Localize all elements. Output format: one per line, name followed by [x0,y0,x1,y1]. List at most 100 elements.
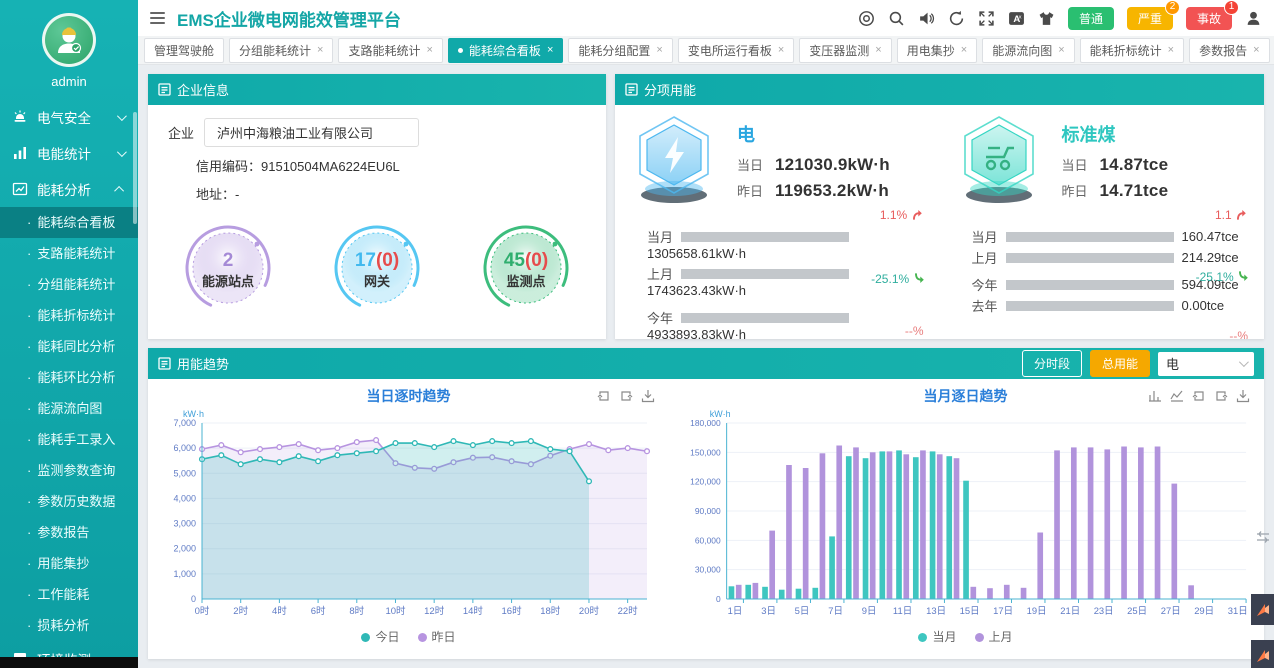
close-icon[interactable]: × [656,44,662,56]
sidebar-item-监测参数查询[interactable]: ·监测参数查询 [0,455,138,486]
svg-text:6时: 6时 [311,605,326,617]
data-view-icon[interactable] [619,389,633,403]
menu-toggle-icon[interactable] [150,12,165,24]
floating-button-bottom[interactable] [1251,640,1274,668]
company-input[interactable]: 泸州中海粮油工业有限公司 [204,118,419,147]
energy-type-name: 电 [737,121,890,147]
alarm-badge-severe[interactable]: 严重2 [1127,7,1173,30]
tab-支路能耗统计[interactable]: 支路能耗统计× [338,38,442,63]
sidebar-item-参数历史数据[interactable]: ·参数历史数据 [0,486,138,517]
badge-count: 1 [1224,0,1239,15]
sidebar-item-能源流向图[interactable]: ·能源流向图 [0,393,138,424]
restore-icon[interactable] [1192,389,1206,403]
magic-line-icon[interactable] [1170,389,1184,403]
sidebar-item-能耗同比分析[interactable]: ·能耗同比分析 [0,331,138,362]
tab-能耗综合看板[interactable]: 能耗综合看板× [448,38,563,63]
sidebar-item-支路能耗统计[interactable]: ·支路能耗统计 [0,238,138,269]
svg-text:8时: 8时 [349,605,364,617]
chevron-down-icon [117,147,127,157]
close-icon[interactable]: × [547,44,553,56]
svg-text:网关: 网关 [364,274,390,289]
close-icon[interactable]: × [1058,44,1064,56]
svg-text:22时: 22时 [618,605,639,617]
address: 地址：- [196,184,586,203]
svg-text:31日: 31日 [1228,606,1248,617]
main-area: EMS企业微电网能效管理平台 Ax 普通 严重2 事故1 管理驾驶舱分组能耗统计… [138,0,1274,668]
sidebar-group-电气安全[interactable]: 电气安全 [0,99,138,135]
username: admin [0,74,138,89]
tab-分组能耗统计[interactable]: 分组能耗统计× [229,38,333,63]
avatar[interactable] [42,13,96,67]
search-icon[interactable] [888,10,905,27]
tab-参数报告[interactable]: 参数报告× [1189,38,1269,63]
enterprise-panel: 企业信息 企业 泸州中海粮油工业有限公司 信用编码：91510504MA6224… [148,74,606,339]
sidebar-item-工作能耗[interactable]: ·工作能耗 [0,579,138,610]
yesterday-value: 14.71tce [1100,181,1169,201]
close-icon[interactable]: × [426,44,432,56]
font-size-icon[interactable]: Ax [1008,10,1025,27]
sidebar-item-用能集抄[interactable]: ·用能集抄 [0,548,138,579]
panel-drag-icon[interactable] [1256,530,1270,547]
interval-button[interactable]: 分时段 [1022,350,1082,377]
refresh-icon[interactable] [948,10,965,27]
svg-text:18时: 18时 [540,605,561,617]
stat-circle-网关[interactable]: 17(0) 网关 [329,218,425,321]
trend-body: 当日逐时趋势 01,0002,0003,0004,0005,0006,0007,… [148,379,1264,659]
sidebar-item-能耗手工录入[interactable]: ·能耗手工录入 [0,424,138,455]
stat-circle-能源站点[interactable]: 2 能源站点 [180,218,276,321]
tab-能源流向图[interactable]: 能源流向图× [982,38,1074,63]
download-icon[interactable] [641,389,655,403]
tab-变压器监测[interactable]: 变压器监测× [799,38,891,63]
volume-icon[interactable] [918,10,935,27]
svg-text:21日: 21日 [1060,606,1080,617]
close-icon[interactable]: × [317,44,323,56]
alarm-badge-normal[interactable]: 普通 [1068,7,1114,30]
fullscreen-icon[interactable] [978,10,995,27]
tab-变电所运行看板[interactable]: 变电所运行看板× [678,38,794,63]
close-icon[interactable]: × [961,44,967,56]
sidebar-item-分组能耗统计[interactable]: ·分组能耗统计 [0,269,138,300]
sidebar-item-能耗环比分析[interactable]: ·能耗环比分析 [0,362,138,393]
data-view-icon[interactable] [1214,389,1228,403]
restore-icon[interactable] [597,389,611,403]
sidebar-item-能耗综合看板[interactable]: ·能耗综合看板 [0,207,138,238]
close-icon[interactable]: × [875,44,881,56]
download-icon[interactable] [1236,389,1250,403]
sidebar-group-能耗分析[interactable]: 能耗分析 [0,171,138,207]
theme-icon[interactable] [1038,10,1055,27]
sidebar-item-参数报告[interactable]: ·参数报告 [0,517,138,548]
sidebar-item-能耗折标统计[interactable]: ·能耗折标统计 [0,300,138,331]
daily-trend-chart: 当月逐日趋势 030,00060,00090,000120,000150,000… [675,385,1256,653]
settings-icon[interactable] [858,10,875,27]
badge-count: 2 [1165,0,1180,15]
close-icon[interactable]: × [1168,44,1174,56]
total-energy-button[interactable]: 总用能 [1090,350,1150,377]
sidebar-scrollbar[interactable] [133,112,137,224]
legend-item-今日[interactable]: 今日 [361,628,399,645]
svg-text:29日: 29日 [1194,606,1214,617]
sidebar-group-电能统计[interactable]: 电能统计 [0,135,138,171]
magic-bar-icon[interactable] [1148,389,1162,403]
user-icon[interactable] [1245,10,1262,27]
close-icon[interactable]: × [778,44,784,56]
legend-item-昨日[interactable]: 昨日 [418,628,456,645]
panel-icon [625,83,638,96]
tab-能耗折标统计[interactable]: 能耗折标统计× [1080,38,1184,63]
svg-text:7,000: 7,000 [173,418,196,428]
svg-text:13日: 13日 [926,606,946,617]
legend-item-上月[interactable]: 上月 [975,628,1013,645]
energy-type-select[interactable]: 电 [1158,352,1254,376]
close-icon[interactable]: × [1253,44,1259,56]
legend-item-当月[interactable]: 当月 [918,628,956,645]
year-change: --% [1229,329,1248,339]
svg-text:3日: 3日 [761,606,776,617]
floating-button-top[interactable] [1251,594,1274,625]
tab-能耗分组配置[interactable]: 能耗分组配置× [568,38,672,63]
sidebar-item-损耗分析[interactable]: ·损耗分析 [0,610,138,641]
enterprise-body: 企业 泸州中海粮油工业有限公司 信用编码：91510504MA6224EU6L … [148,105,606,339]
stat-circle-监测点[interactable]: 45(0) 监测点 [478,218,574,321]
tab-用电集抄[interactable]: 用电集抄× [897,38,977,63]
svg-text:4时: 4时 [272,605,287,617]
tab-管理驾驶舱[interactable]: 管理驾驶舱 [144,38,224,63]
alarm-badge-accident[interactable]: 事故1 [1186,7,1232,30]
